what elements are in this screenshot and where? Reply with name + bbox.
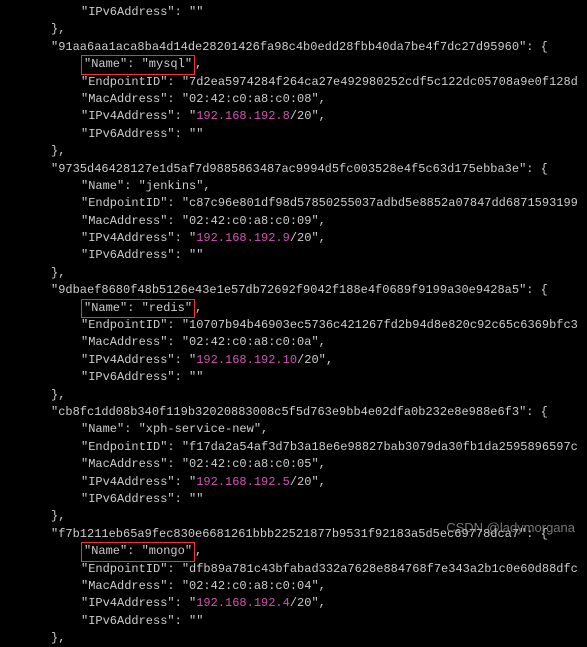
json-endpoint-id: "EndpointID": "c87c96e801df98d5785025503… [6,195,587,212]
json-close: }, [6,630,587,647]
json-hash-key: "9735d46428127e1d5af7d9885863487ac9994d5… [6,161,587,178]
json-close: }, [6,265,587,282]
json-mac: "MacAddress": "02:42:c0:a8:c0:05", [6,456,587,473]
json-ipv4: "IPv4Address": "192.168.192.4/20", [6,595,587,612]
json-ipv4: "IPv4Address": "192.168.192.10/20", [6,352,587,369]
highlighted-name: "Name": "redis" [81,299,195,318]
json-name: "Name": "redis", [6,300,587,317]
json-ipv6: "IPv6Address": "" [6,369,587,386]
json-ipv6: "IPv6Address": "" [6,247,587,264]
json-hash-key: "cb8fc1dd08b340f119b32020883008c5f5d763e… [6,404,587,421]
json-endpoint-id: "EndpointID": "7d2ea5974284f264ca27e4929… [6,74,587,91]
json-close: }, [6,387,587,404]
json-name: "Name": "mysql", [6,56,587,73]
json-mac: "MacAddress": "02:42:c0:a8:c0:08", [6,91,587,108]
json-ipv4: "IPv4Address": "192.168.192.5/20", [6,474,587,491]
json-name: "Name": "mongo", [6,543,587,560]
ipv4-value: 192.168.192.4 [196,596,290,610]
json-mac: "MacAddress": "02:42:c0:a8:c0:04", [6,578,587,595]
watermark: CSDN @ladymorgana [446,519,575,538]
ipv4-value: 192.168.192.8 [196,109,290,123]
json-hash-key: "91aa6aa1aca8ba4d14de28201426fa98c4b0edd… [6,39,587,56]
json-ipv6-prev: "IPv6Address": "" [6,4,587,21]
json-ipv6: "IPv6Address": "" [6,613,587,630]
json-mac: "MacAddress": "02:42:c0:a8:c0:09", [6,213,587,230]
json-close: }, [6,143,587,160]
ipv4-value: 192.168.192.9 [196,231,290,245]
json-name: "Name": "xph-service-new", [6,421,587,438]
ipv4-value: 192.168.192.10 [196,353,297,367]
highlighted-name: "Name": "mongo" [81,542,195,561]
json-hash-key: "9dbaef8680f48b5126e43e1e57db72692f9042f… [6,282,587,299]
highlighted-name: "Name": "mysql" [81,55,195,74]
json-endpoint-id: "EndpointID": "10707b94b46903ec5736c4212… [6,317,587,334]
json-name: "Name": "jenkins", [6,178,587,195]
json-close: }, [6,21,587,38]
json-endpoint-id: "EndpointID": "f17da2a54af3d7b3a18e6e988… [6,439,587,456]
json-endpoint-id: "EndpointID": "dfb89a781c43bfabad332a762… [6,561,587,578]
ipv4-value: 192.168.192.5 [196,475,290,489]
json-mac: "MacAddress": "02:42:c0:a8:c0:0a", [6,334,587,351]
json-ipv4: "IPv4Address": "192.168.192.9/20", [6,230,587,247]
json-ipv6: "IPv6Address": "" [6,126,587,143]
json-ipv6: "IPv6Address": "" [6,491,587,508]
json-ipv4: "IPv4Address": "192.168.192.8/20", [6,108,587,125]
terminal-output: "IPv6Address": ""},"91aa6aa1aca8ba4d14de… [6,4,587,647]
